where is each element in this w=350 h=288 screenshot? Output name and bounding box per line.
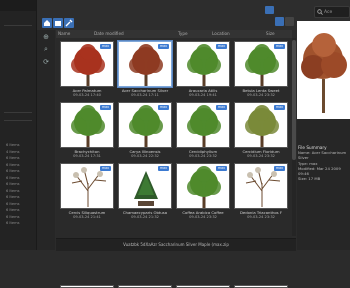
preview-image <box>297 21 350 119</box>
tree-icon <box>178 43 230 91</box>
file-summary: File Summary Name: Acer Saccharinum Silv… <box>298 145 350 181</box>
max-badge: max <box>158 105 169 110</box>
thumbnail[interactable]: max <box>60 102 114 148</box>
max-badge: max <box>100 166 111 171</box>
sidebar-header <box>0 0 36 11</box>
tree-icon <box>236 43 288 91</box>
status-bar: Vuatzbk 5dXaAzr Saccharinum Silver Maple… <box>56 238 296 251</box>
thumbnail[interactable]: max <box>60 163 114 209</box>
tree-icon <box>178 165 230 213</box>
grid-view-button[interactable] <box>275 17 284 26</box>
tree-preview-icon <box>301 33 347 113</box>
tile-date: 09-03-24 23:32 <box>247 93 275 97</box>
thumbnail[interactable]: max <box>60 41 114 87</box>
asset-tile[interactable]: max Cercidium Floridum 09-03-24 23:32 <box>234 102 288 161</box>
thumbnail-grid: max Acer Palmatum 09-03-24 17:40 max Acer Sa… <box>56 38 292 288</box>
max-badge: max <box>100 105 111 110</box>
col-size[interactable]: Size <box>266 30 275 38</box>
asset-tile[interactable]: max Cercidiphyllum 09-03-24 23:32 <box>176 102 230 161</box>
asset-tile[interactable]: max Dedonia Triacanthos F 09-03-24 23:32 <box>234 163 288 222</box>
browse-icon[interactable]: ⌕ <box>41 45 51 54</box>
tree-icon <box>120 104 172 152</box>
asset-tile[interactable]: max Brachychiton 09-03-24 17:31 <box>60 102 114 161</box>
search-text: Ace <box>324 10 333 15</box>
folder-button[interactable] <box>53 18 63 28</box>
thumbnail[interactable]: max <box>176 41 230 87</box>
max-badge: max <box>158 44 169 49</box>
tile-date: 09-03-24 17:40 <box>73 93 101 97</box>
home-icon <box>44 20 50 26</box>
divider <box>4 120 32 121</box>
tile-date: 09-03-24 23:32 <box>247 215 275 219</box>
asset-tile[interactable]: max Chamaecyparis Obtusa 09-03-24 21:32 <box>118 163 172 222</box>
asset-tile[interactable]: max Coffea Arabica Coffee 09-03-24 23:32 <box>176 163 230 222</box>
tree-icon <box>236 165 288 213</box>
search-icon <box>317 9 323 15</box>
asset-tile[interactable]: max Cercis Siliquastrum 09-03-24 21:41 <box>60 163 114 222</box>
max-badge: max <box>216 166 227 171</box>
tile-date: 09-03-24 17:11 <box>131 93 159 97</box>
asset-tile[interactable]: max Betula Lenta Sweet 09-03-24 23:32 <box>234 41 288 100</box>
sidebar-item[interactable]: 6 Items <box>6 220 34 227</box>
home-button[interactable] <box>42 18 52 28</box>
asset-tile[interactable]: max Acer Palmatum 09-03-24 17:40 <box>60 41 114 100</box>
thumbnail[interactable]: max <box>234 41 288 87</box>
tree-icon <box>236 104 288 152</box>
max-badge: max <box>158 166 169 171</box>
col-date[interactable]: Date modified <box>94 30 124 38</box>
scrollbar[interactable] <box>292 38 296 236</box>
max-badge: max <box>274 166 285 171</box>
max-badge: max <box>216 105 227 110</box>
col-name[interactable]: Name <box>58 30 70 38</box>
thumbnail[interactable]: max <box>234 163 288 209</box>
thumbnail[interactable]: max <box>118 41 172 87</box>
tree-icon <box>62 104 114 152</box>
asset-tile[interactable]: max Acer Saccharinum Silver 09-03-24 17:11 <box>118 41 172 100</box>
asset-tile[interactable]: max Carya Illinoensis 09-03-24 22:32 <box>118 102 172 161</box>
tile-date: 09-03-24 23:32 <box>247 154 275 158</box>
folder-list: 6 Items 4 Items 6 Items 6 Items 6 Items 6 Ite… <box>6 142 34 227</box>
max-badge: max <box>274 44 285 49</box>
tile-date: 09-03-24 17:31 <box>73 154 101 158</box>
summary-line: Size: 17 MB <box>298 176 321 182</box>
tree-icon <box>178 104 230 152</box>
thumbnail[interactable]: max <box>234 102 288 148</box>
search-input[interactable]: Ace <box>314 6 350 18</box>
divider <box>4 112 32 113</box>
tile-date: 09-03-24 23:32 <box>189 215 217 219</box>
tool-column: ⊕ ⌕ ⟳ <box>37 0 55 250</box>
divider <box>4 25 32 26</box>
tile-date: 09-03-24 21:32 <box>131 215 159 219</box>
asset-tile[interactable]: max Araucaria Atilis 09-03-24 19:41 <box>176 41 230 100</box>
tree-icon <box>120 43 172 91</box>
thumbnail[interactable]: max <box>176 102 230 148</box>
tile-date: 09-03-24 23:32 <box>189 154 217 158</box>
max-badge: max <box>216 44 227 49</box>
tile-date: 09-03-24 19:41 <box>189 93 217 97</box>
view-button[interactable] <box>265 6 274 14</box>
col-type[interactable]: Type <box>178 30 188 38</box>
thumbnail[interactable]: max <box>118 102 172 148</box>
tree-icon <box>120 165 172 213</box>
tree-icon <box>62 165 114 213</box>
thumbnail[interactable]: max <box>176 163 230 209</box>
tile-date: 09-03-24 21:41 <box>73 215 101 219</box>
scroll-thumb[interactable] <box>292 40 296 160</box>
max-badge: max <box>100 44 111 49</box>
preview-panel: File Summary Name: Acer Saccharinum Silv… <box>297 21 350 250</box>
summary-line: Modified: Mar 24 2009 09:46 <box>298 165 341 177</box>
tree-icon <box>62 43 114 91</box>
folder-sidebar: 6 Items 4 Items 6 Items 6 Items 6 Items 6 Ite… <box>0 0 37 250</box>
folder-icon <box>55 21 61 26</box>
refresh-icon[interactable]: ⟳ <box>41 58 51 67</box>
settings-button[interactable] <box>64 18 74 28</box>
max-badge: max <box>274 105 285 110</box>
summary-line: Name: Acer Saccharinum Silver <box>298 150 347 161</box>
thumbnail[interactable]: max <box>118 163 172 209</box>
tile-date: 09-03-24 22:32 <box>131 154 159 158</box>
list-view-button[interactable] <box>285 17 294 26</box>
wrench-icon <box>65 19 73 27</box>
col-location[interactable]: Location <box>212 30 230 38</box>
zoom-icon[interactable]: ⊕ <box>41 33 51 42</box>
